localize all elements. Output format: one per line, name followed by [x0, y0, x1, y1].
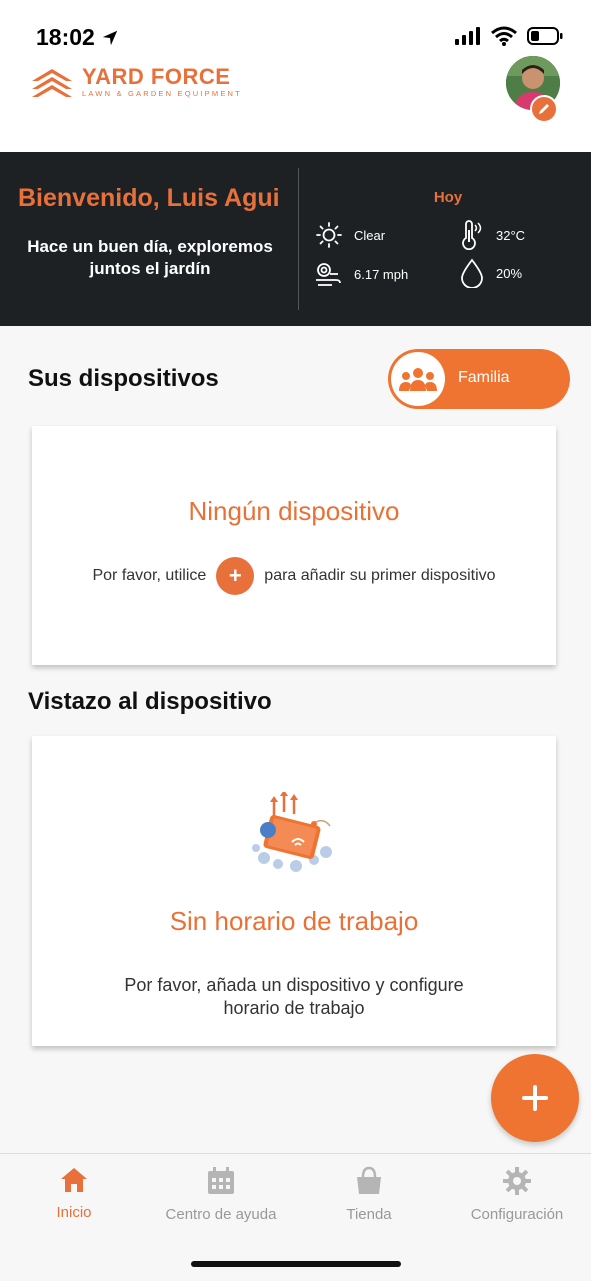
panel-divider — [298, 168, 299, 310]
no-schedule-title: Sin horario de trabajo — [169, 906, 419, 936]
tab-help-center-label: Centro de ayuda — [165, 1206, 277, 1223]
family-button[interactable]: Familia — [388, 349, 570, 409]
welcome-subtitle-line2: juntos el jardín — [89, 259, 211, 278]
no-devices-card: Ningún dispositivo Por favor, utilice + … — [32, 426, 556, 665]
no-schedule-text: Por favor, añada un dispositivo y config… — [32, 974, 556, 1020]
gear-icon — [503, 1167, 531, 1195]
home-icon — [61, 1168, 87, 1192]
weather-humidity: 20% — [460, 258, 522, 288]
status-bar-time: 18:02 — [36, 24, 119, 51]
brand-name: YARD FORCE — [82, 64, 231, 89]
welcome-subtitle-line1: Hace un buen día, exploremos — [27, 237, 273, 256]
weather-today-label: Hoy — [433, 189, 463, 206]
family-button-label: Familia — [458, 369, 510, 386]
weather-condition: Clear — [316, 222, 385, 248]
weather-condition-text: Clear — [354, 227, 386, 243]
sun-icon — [316, 222, 342, 248]
pencil-icon — [539, 104, 549, 114]
weather-wind: 6.17 mph — [314, 260, 408, 288]
wifi-icon — [491, 26, 517, 46]
home-indicator[interactable] — [191, 1261, 401, 1267]
no-devices-hint: Por favor, utilice + para añadir su prim… — [32, 557, 556, 595]
water-drop-icon — [461, 258, 483, 288]
tab-store[interactable]: Tienda — [334, 1166, 404, 1223]
family-icon-circle — [391, 352, 445, 406]
battery-icon — [527, 27, 563, 45]
no-devices-title: Ningún dispositivo — [188, 496, 400, 526]
overview-section-title: Vistazo al dispositivo — [28, 688, 272, 715]
weather-humidity-text: 20% — [496, 265, 523, 281]
tab-help-center[interactable]: Centro de ayuda — [156, 1166, 286, 1223]
welcome-subtitle: Hace un buen día, exploremos juntos el j… — [10, 236, 290, 280]
weather-wind-text: 6.17 mph — [354, 266, 409, 282]
inline-add-icon: + — [216, 557, 255, 595]
location-arrow-icon — [102, 30, 118, 45]
wind-icon — [316, 263, 341, 286]
brand-logo: YARD FORCE LAWN & GARDEN EQUIPMENT — [30, 66, 242, 98]
tab-home-label: Inicio — [56, 1204, 92, 1221]
clock-text: 18:02 — [36, 24, 95, 50]
tab-store-label: Tienda — [346, 1206, 392, 1223]
status-bar-indicators — [455, 26, 563, 46]
thermometer-icon — [462, 220, 482, 250]
add-device-button[interactable] — [491, 1054, 579, 1142]
welcome-title: Bienvenido, Luis Agui — [18, 184, 280, 212]
group-icon — [399, 368, 437, 391]
no-schedule-card: Sin horario de trabajo Por favor, añada … — [32, 736, 556, 1046]
phone-illustration-icon — [252, 792, 332, 872]
hint-text-before: Por favor, utilice — [92, 567, 207, 584]
weather-temperature-text: 32°C — [496, 227, 526, 243]
no-schedule-line2: horario de trabajo — [223, 998, 365, 1018]
brand-tagline: LAWN & GARDEN EQUIPMENT — [82, 89, 242, 98]
weather-temperature: 32°C — [458, 220, 525, 250]
chevron-logo-icon — [32, 68, 72, 97]
tab-settings-label: Configuración — [470, 1206, 564, 1223]
edit-profile-button[interactable] — [530, 95, 558, 123]
plus-icon — [522, 1085, 548, 1111]
hint-text-after: para añadir su primer dispositivo — [264, 567, 496, 584]
shopping-bag-icon — [357, 1166, 381, 1194]
tab-home[interactable]: Inicio — [44, 1166, 104, 1221]
devices-section-title: Sus dispositivos — [28, 365, 219, 392]
no-schedule-line1: Por favor, añada un dispositivo y config… — [124, 975, 464, 995]
tab-settings[interactable]: Configuración — [458, 1166, 576, 1223]
calendar-icon — [208, 1167, 234, 1194]
cellular-signal-icon — [455, 27, 480, 45]
